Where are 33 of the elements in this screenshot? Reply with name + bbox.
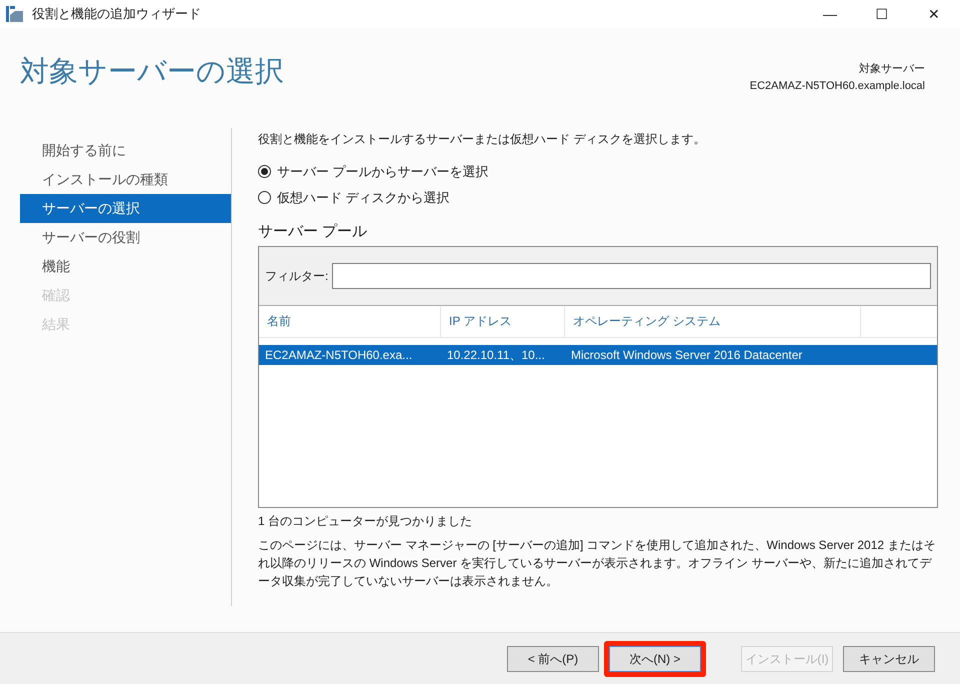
target-server-label: 対象サーバー — [859, 62, 925, 77]
sidebar-step[interactable]: サーバーの選択 — [20, 194, 231, 223]
server-row[interactable]: EC2AMAZ-N5TOH60.exa... 10.22.10.11、10... Microsoft Windows Server 2016 Datacenter — [259, 344, 937, 364]
sidebar-step[interactable]: 機能 — [20, 252, 231, 281]
filter-field[interactable] — [332, 262, 931, 288]
target-server-name: EC2AMAZ-N5TOH60.example.local — [750, 78, 925, 94]
filter-label: フィルター: — [265, 268, 328, 284]
table-cell-text: 10.22.10.11、10... — [446, 346, 546, 364]
section-title: サーバー プール — [258, 222, 368, 242]
maximize-button[interactable]: ☐ — [856, 0, 908, 28]
minimize-button[interactable]: — — [804, 0, 856, 28]
intro-text: 役割と機能をインストールするサーバーまたは仮想ハード ディスクを選択します。 — [258, 131, 706, 148]
sidebar-step[interactable]: サーバーの役割 — [20, 223, 231, 252]
column-header[interactable]: オペレーティング システム — [565, 306, 861, 336]
wizard-button[interactable]: キャンセル — [843, 646, 935, 672]
radio-button[interactable] — [258, 165, 271, 178]
table-cell-text: Microsoft Windows Server 2016 Datacenter — [570, 346, 804, 364]
table-cell-text: EC2AMAZ-N5TOH60.exa... — [264, 346, 414, 364]
page-title: 対象サーバーの選択 — [20, 58, 284, 87]
sidebar-step[interactable]: 開始する前に — [20, 136, 231, 165]
wizard-icon — [6, 6, 24, 22]
wizard-button[interactable]: 次へ(N) > — [609, 646, 701, 672]
window-title: 役割と機能の追加ウィザード — [32, 5, 201, 24]
result-count: 1 台のコンピューターが見つかりました — [258, 512, 474, 530]
close-button[interactable]: ✕ — [908, 0, 960, 28]
sidebar-step[interactable]: インストールの種類 — [20, 165, 231, 194]
description-text: このページには、サーバー マネージャーの [サーバーの追加] コマンドを使用して追加された、Windows Server 2012 またはそれ以降のリリースの Windows Server を実行しているサーバーが表示されます。オフライン サーバーや、新たに追加されてデータ収集が完了していないサーバーは表示されません。 — [258, 536, 936, 590]
radio-button[interactable] — [258, 190, 271, 204]
radio-label[interactable]: サーバー プールからサーバーを選択 — [277, 162, 489, 182]
wizard-button[interactable]: < 前へ(P) — [507, 646, 599, 672]
column-header[interactable]: IP アドレス — [441, 306, 565, 336]
radio-label[interactable]: 仮想ハード ディスクから選択 — [277, 188, 450, 207]
column-header[interactable]: 名前 — [259, 306, 441, 336]
